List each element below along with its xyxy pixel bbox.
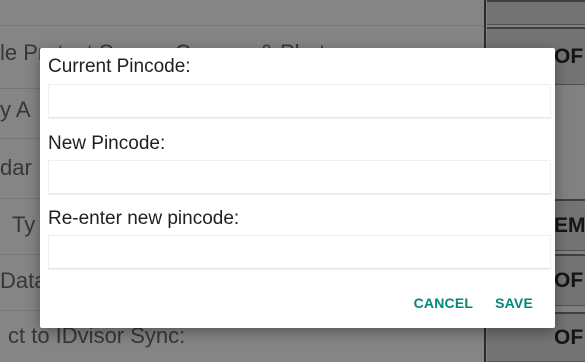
reenter-pincode-label: Re-enter new pincode: bbox=[48, 208, 240, 229]
current-pincode-input[interactable] bbox=[48, 84, 551, 118]
reenter-pincode-input[interactable] bbox=[48, 235, 551, 269]
new-pincode-input[interactable] bbox=[48, 160, 551, 194]
new-pincode-label: New Pincode: bbox=[48, 133, 166, 154]
save-button[interactable]: SAVE bbox=[495, 295, 533, 311]
current-pincode-label: Current Pincode: bbox=[48, 56, 191, 77]
dialog-actions: CANCEL SAVE bbox=[414, 295, 533, 311]
cancel-button[interactable]: CANCEL bbox=[414, 295, 474, 311]
change-pincode-dialog: Current Pincode: New Pincode: Re-enter n… bbox=[40, 48, 555, 328]
